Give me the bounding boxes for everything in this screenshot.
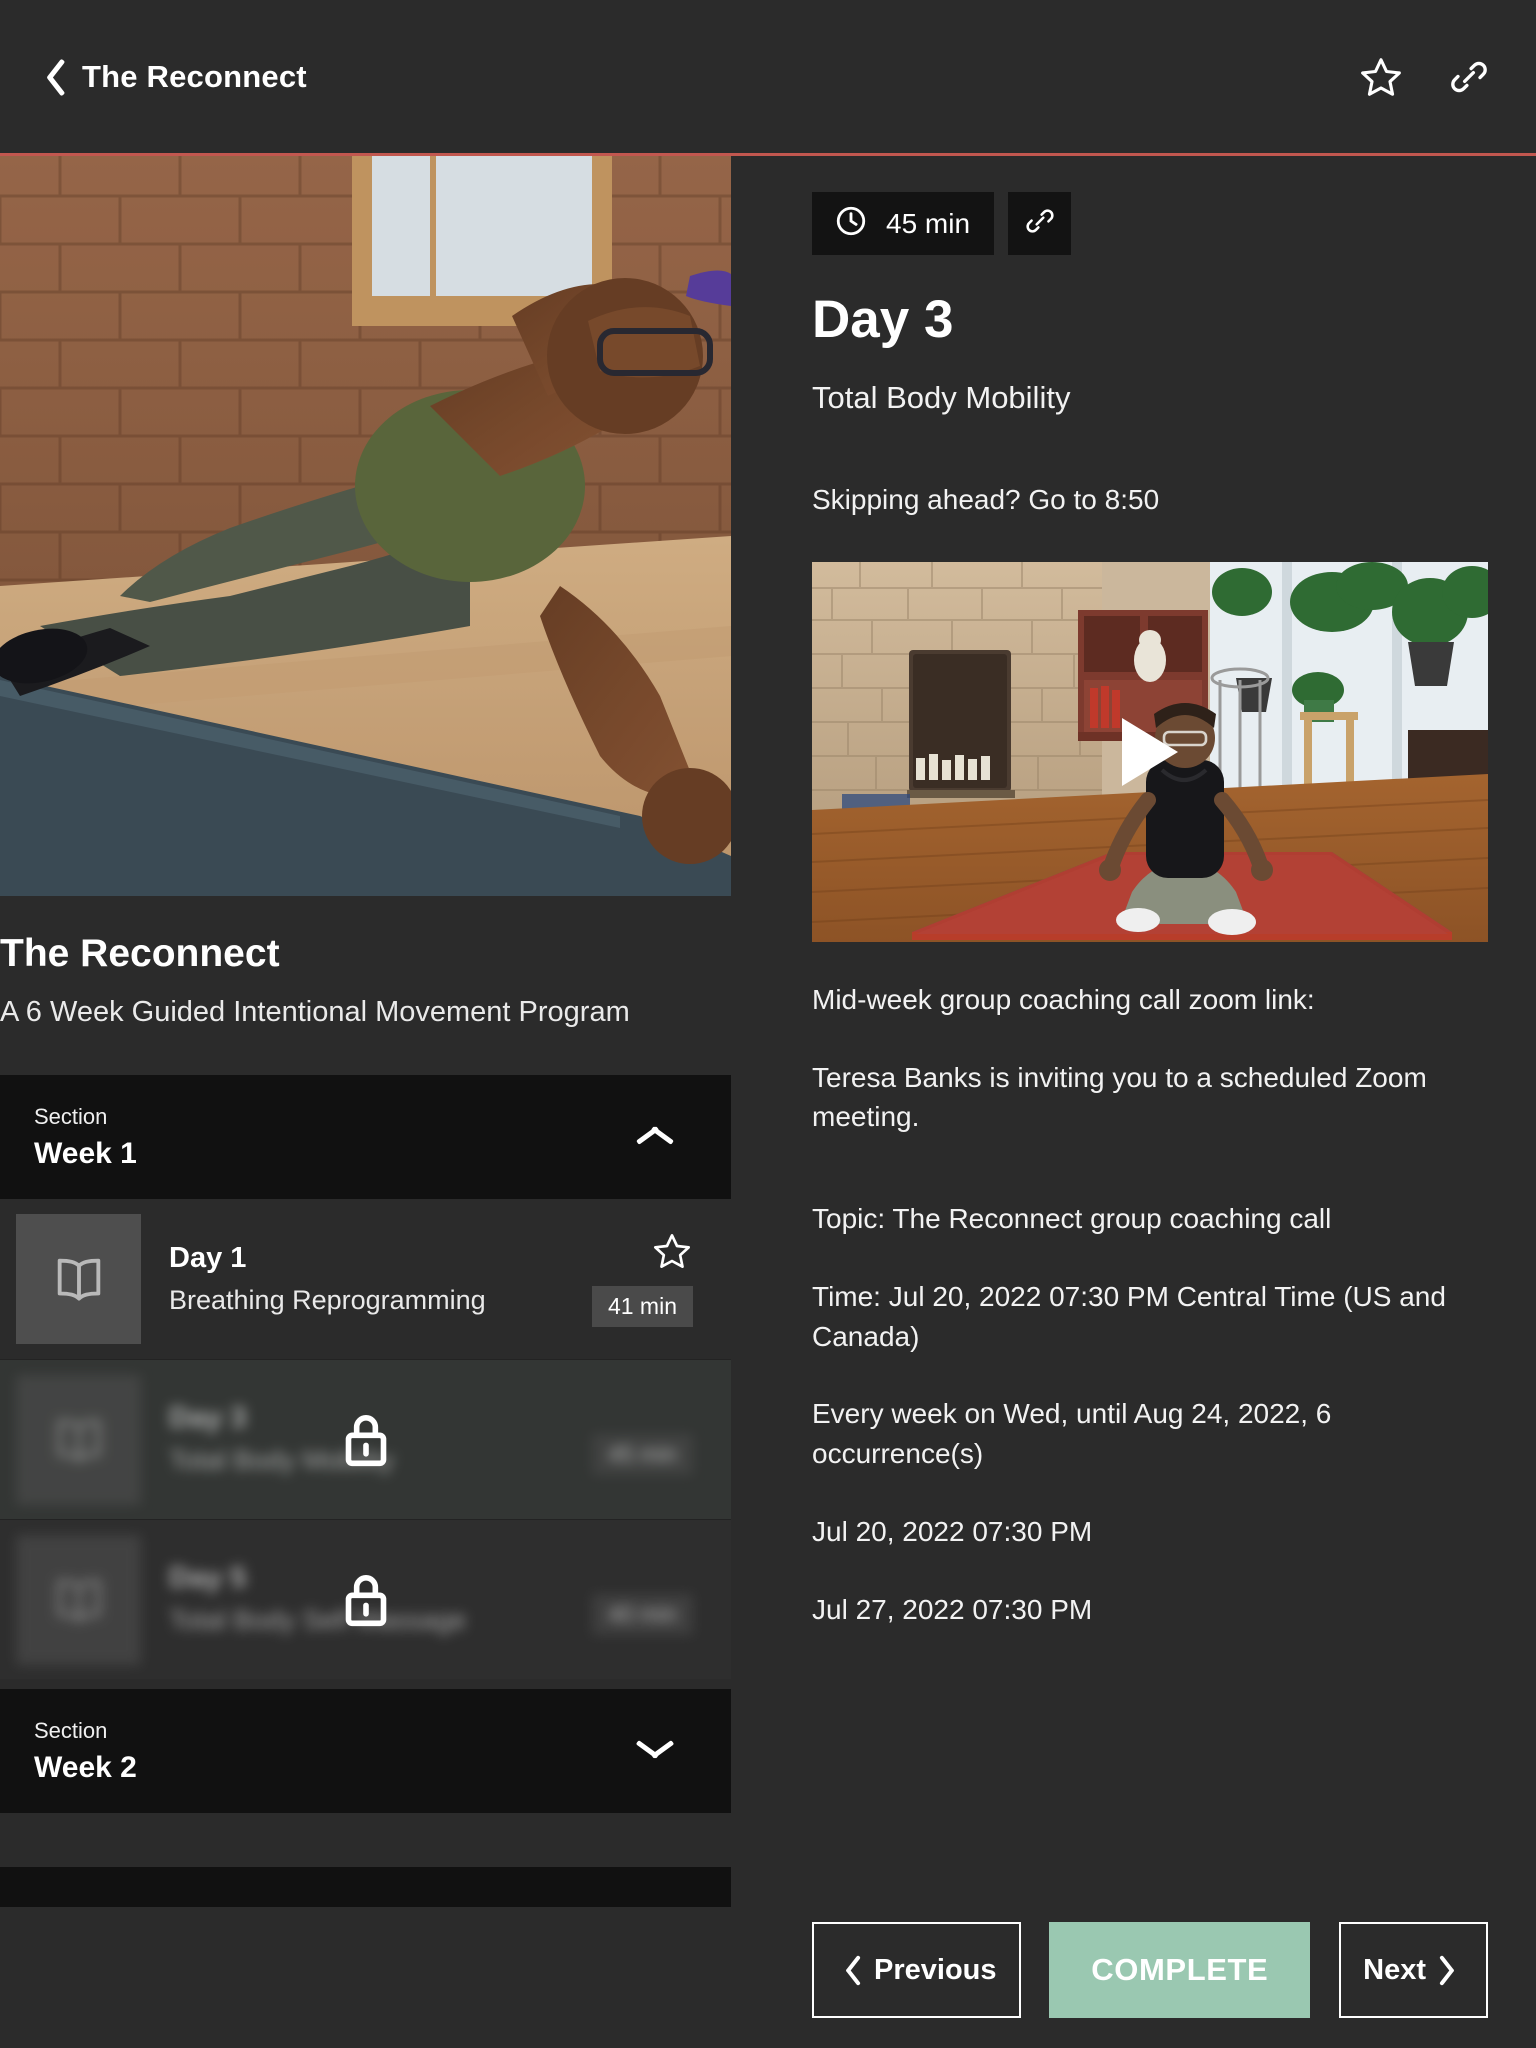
zoom-recurrence-text: Every week on Wed, until Aug 24, 2022, 6… (812, 1398, 1332, 1470)
complete-button[interactable]: COMPLETE (1049, 1922, 1311, 2018)
lesson-video-player[interactable] (812, 561, 1488, 942)
zoom-time-text: Time: Jul 20, 2022 07:30 PM Central Time… (812, 1280, 1446, 1352)
chevron-left-icon (836, 1952, 858, 1988)
star-outline-icon[interactable] (1358, 55, 1404, 99)
list-item[interactable]: Day 3 Total Body Mobility 45 min (0, 1359, 731, 1520)
section-kicker: Section (34, 1104, 108, 1130)
lesson-meta: 40 min (591, 1535, 693, 1695)
duration-badge: 45 min (591, 1433, 693, 1476)
next-button-label: Next (1363, 1953, 1426, 1986)
lesson-meta: 45 min (591, 1375, 693, 1535)
chevron-up-icon (635, 1125, 675, 1149)
back-button[interactable]: The Reconnect (34, 55, 307, 99)
skip-ahead-note: Skipping ahead? Go to 8:50 (812, 484, 1160, 516)
list-item[interactable]: Day 1 Breathing Reprogramming 41 min (0, 1199, 731, 1360)
section-name: Week 2 (34, 1751, 137, 1785)
lesson-navigation-bar: Previous COMPLETE Next (812, 1922, 1488, 2018)
chevron-left-icon (34, 55, 60, 99)
lesson-duration-text: 45 min (886, 207, 971, 239)
play-icon (1122, 717, 1178, 786)
top-bar-actions (1358, 55, 1490, 99)
zoom-occurrence-date-2: Jul 27, 2022 07:30 PM (812, 1593, 1093, 1625)
lesson-title: Day 3 (812, 290, 954, 349)
lesson-subtitle: Total Body Mobility (812, 380, 1071, 416)
main-content: The Reconnect A 6 Week Guided Intentiona… (0, 156, 1536, 2048)
section-header-week-2[interactable]: Section Week 2 (0, 1689, 731, 1814)
lesson-duration-chip: 45 min (812, 192, 995, 255)
book-icon (16, 1534, 141, 1665)
zoom-occurrence-date-1: Jul 20, 2022 07:30 PM (812, 1515, 1093, 1547)
previous-button-label: Previous (874, 1953, 997, 1986)
course-subtitle: A 6 Week Guided Intentional Movement Pro… (0, 995, 630, 1028)
page-title: The Reconnect (82, 58, 307, 94)
top-app-bar: The Reconnect (0, 0, 1536, 153)
course-sidebar: The Reconnect A 6 Week Guided Intentiona… (0, 156, 731, 2048)
duration-badge: 40 min (591, 1593, 693, 1636)
previous-button[interactable]: Previous (812, 1922, 1021, 2018)
zoom-topic-text: Topic: The Reconnect group coaching call (812, 1203, 1332, 1235)
chevron-down-icon (635, 1739, 675, 1763)
lesson-detail-panel: 45 min Day 3 Total Body Mobility Skippin… (731, 156, 1536, 2048)
section-kicker: Section (34, 1718, 108, 1744)
section-name: Week 1 (34, 1137, 137, 1171)
lesson-share-button[interactable] (1008, 192, 1072, 255)
clock-icon (834, 204, 868, 243)
course-hero-image (0, 156, 731, 896)
link-icon[interactable] (1448, 56, 1490, 98)
link-icon (1024, 205, 1056, 242)
star-outline-icon[interactable] (651, 1231, 693, 1276)
section-header-week-1[interactable]: Section Week 1 (0, 1075, 731, 1200)
zoom-invite-text: Teresa Banks is inviting you to a schedu… (812, 1061, 1427, 1133)
lesson-meta-row: 45 min (812, 192, 1494, 255)
section-header-next-partial[interactable] (0, 1867, 731, 1908)
duration-badge: 41 min (591, 1285, 693, 1328)
list-item[interactable]: Day 5 Total Body Self Massage 40 min (0, 1519, 731, 1680)
zoom-intro-text: Mid-week group coaching call zoom link: (812, 983, 1315, 1015)
course-player-page: The Reconnect The Reconnect A 6 Week Gui… (0, 0, 1536, 2048)
next-button[interactable]: Next (1339, 1922, 1488, 2018)
lesson-meta: 41 min (591, 1199, 693, 1359)
section-spacer (0, 1813, 731, 1868)
book-icon (16, 1214, 141, 1345)
book-icon (16, 1374, 141, 1505)
course-title: The Reconnect (0, 932, 280, 975)
chevron-right-icon (1442, 1952, 1464, 1988)
